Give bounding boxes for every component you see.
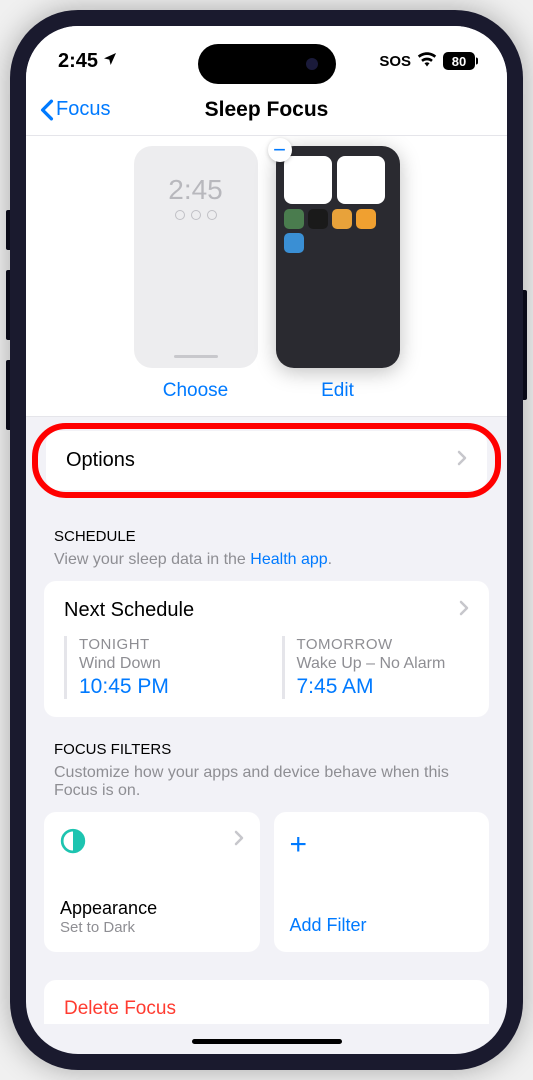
appearance-filter-card[interactable]: Appearance Set to Dark xyxy=(44,812,260,952)
chevron-right-icon xyxy=(234,830,244,851)
chevron-right-icon xyxy=(459,599,469,622)
phone-frame: 2:45 SOS 80 Focus Sleep Focus xyxy=(10,10,523,1070)
back-label: Focus xyxy=(56,98,110,121)
home-screen-preview: − xyxy=(276,146,400,368)
options-row[interactable]: Options xyxy=(46,431,487,490)
edit-button[interactable]: Edit xyxy=(321,380,354,402)
back-button[interactable]: Focus xyxy=(40,98,110,121)
page-title: Sleep Focus xyxy=(205,98,329,122)
location-icon xyxy=(102,50,118,73)
status-time: 2:45 xyxy=(58,50,98,73)
dynamic-island xyxy=(198,44,336,84)
sos-indicator: SOS xyxy=(379,53,411,70)
schedule-subtext: View your sleep data in the Health app. xyxy=(26,551,507,581)
battery-indicator: 80 xyxy=(443,52,475,70)
remove-badge-icon[interactable]: − xyxy=(268,138,292,162)
wifi-icon xyxy=(417,51,437,72)
home-indicator[interactable] xyxy=(192,1039,342,1044)
appearance-icon xyxy=(60,828,86,854)
schedule-header: SCHEDULE xyxy=(26,504,507,551)
delete-focus-button[interactable]: Delete Focus xyxy=(44,980,489,1024)
filters-subtext: Customize how your apps and device behav… xyxy=(26,764,507,812)
health-app-link[interactable]: Health app xyxy=(250,551,327,568)
chevron-right-icon xyxy=(457,449,467,472)
tonight-schedule: TONIGHT Wind Down 10:45 PM xyxy=(64,636,252,699)
lock-screen-option[interactable]: 2:45 Choose xyxy=(134,146,258,402)
options-label: Options xyxy=(66,449,135,472)
choose-button[interactable]: Choose xyxy=(163,380,229,402)
filters-header: FOCUS FILTERS xyxy=(26,717,507,764)
plus-icon: + xyxy=(290,828,474,862)
navigation-bar: Focus Sleep Focus xyxy=(26,86,507,136)
next-schedule-card[interactable]: Next Schedule TONIGHT Wind Down 10:45 PM… xyxy=(44,581,489,717)
tomorrow-schedule: TOMORROW Wake Up – No Alarm 7:45 AM xyxy=(282,636,470,699)
add-filter-card[interactable]: + Add Filter xyxy=(274,812,490,952)
screens-customization: 2:45 Choose − xyxy=(26,136,507,417)
home-screen-option[interactable]: − xyxy=(276,146,400,402)
lock-screen-preview: 2:45 xyxy=(134,146,258,368)
schedule-card-title: Next Schedule xyxy=(64,599,194,622)
